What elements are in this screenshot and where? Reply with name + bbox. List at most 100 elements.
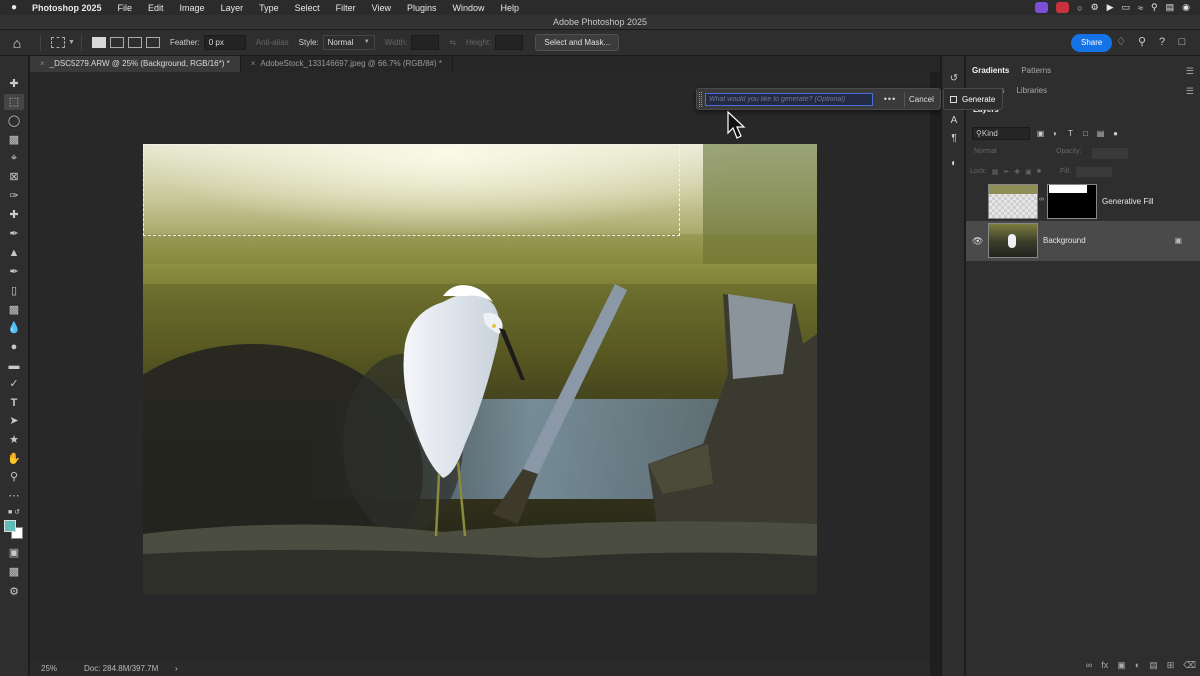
intersect-selection-icon[interactable] xyxy=(145,37,160,48)
menu-plugins[interactable]: Plugins xyxy=(399,3,445,13)
home-icon[interactable]: ⌂ xyxy=(0,35,34,51)
crop-tool-icon[interactable]: ⌖ xyxy=(4,150,24,166)
new-layer-icon[interactable]: ⊞ xyxy=(1167,660,1175,672)
link-icon[interactable]: ∞ xyxy=(1039,196,1044,203)
foreground-color-swatch[interactable] xyxy=(4,520,16,532)
shape-tool-icon[interactable]: ★ xyxy=(4,432,24,448)
path-selection-tool-icon[interactable]: ➤ xyxy=(4,413,24,429)
eyedropper-tool-icon[interactable]: ✑ xyxy=(4,188,24,204)
link-layers-icon[interactable]: ∞ xyxy=(1086,660,1092,672)
search-icon[interactable]: ⚲ xyxy=(1135,35,1149,49)
blend-mode-select[interactable]: Normal xyxy=(974,148,997,155)
tray-record-icon[interactable] xyxy=(1056,2,1070,13)
tray-cloud-icon[interactable]: ○ xyxy=(1077,3,1082,13)
generate-prompt-input[interactable] xyxy=(705,93,873,106)
lock-artboard-icon[interactable]: ▣ xyxy=(1025,168,1032,176)
quick-mask-icon[interactable]: ▣ xyxy=(4,545,24,561)
healing-brush-tool-icon[interactable]: ✚ xyxy=(4,207,24,223)
lasso-tool-icon[interactable]: ◯ xyxy=(4,113,24,129)
menu-window[interactable]: Window xyxy=(445,3,493,13)
tab-patterns[interactable]: Patterns xyxy=(1015,61,1057,81)
opacity-input[interactable] xyxy=(1092,148,1128,159)
tray-battery-icon[interactable]: ▭ xyxy=(1122,2,1131,13)
layer-name[interactable]: Generative Fill xyxy=(1102,182,1154,222)
brush-tool-icon[interactable]: ✒ xyxy=(4,226,24,242)
menu-layer[interactable]: Layer xyxy=(213,3,252,13)
subtract-selection-icon[interactable] xyxy=(127,37,142,48)
frame-tool-icon[interactable]: ⊠ xyxy=(4,169,24,185)
add-selection-icon[interactable] xyxy=(109,37,124,48)
panel-menu-icon[interactable]: ☰ xyxy=(1186,86,1200,97)
width-input[interactable] xyxy=(411,35,440,50)
tray-search-icon[interactable]: ⚲ xyxy=(1151,2,1158,13)
close-icon[interactable]: × xyxy=(251,59,256,68)
menu-file[interactable]: File xyxy=(110,3,141,13)
group-folder-icon[interactable]: ▤ xyxy=(1149,660,1158,672)
tab-dsc5279[interactable]: × _DSC5279.ARW @ 25% (Background, RGB/16*… xyxy=(30,56,241,72)
menu-select[interactable]: Select xyxy=(287,3,328,13)
close-icon[interactable]: × xyxy=(40,59,45,68)
default-colors-icon[interactable]: ■ ↺ xyxy=(4,505,24,521)
filter-toggle-icon[interactable]: ● xyxy=(1111,129,1120,138)
tray-settings-icon[interactable]: ⚙ xyxy=(1091,2,1099,13)
chevron-down-icon[interactable]: ▼ xyxy=(68,39,75,46)
antialias-checkbox[interactable]: Anti-alias xyxy=(256,38,289,47)
tab-libraries[interactable]: Libraries xyxy=(1010,81,1053,101)
status-menu-arrow[interactable]: › xyxy=(175,662,178,676)
layer-name[interactable]: Background xyxy=(1043,221,1086,261)
lock-transparent-icon[interactable]: ▦ xyxy=(992,168,999,176)
sponge-tool-icon[interactable]: ▬ xyxy=(4,358,24,374)
type-tool-icon[interactable]: T xyxy=(4,395,24,411)
lock-image-icon[interactable]: ✒ xyxy=(1003,168,1009,176)
clone-stamp-tool-icon[interactable]: ▲ xyxy=(4,245,24,261)
tab-gradients[interactable]: Gradients xyxy=(966,61,1015,81)
layer-row-background[interactable]: 👁 Background ▣ xyxy=(966,221,1200,261)
generate-button[interactable]: Generate xyxy=(943,88,1004,110)
hand-tool-icon[interactable]: ✋ xyxy=(4,451,24,467)
workspace-icon[interactable]: □ xyxy=(1175,35,1189,49)
cancel-button[interactable]: Cancel xyxy=(909,92,934,107)
swap-icon[interactable]: ⇆ xyxy=(449,38,456,47)
menu-type[interactable]: Type xyxy=(251,3,287,13)
new-selection-icon[interactable] xyxy=(91,37,106,48)
tray-wifi-icon[interactable]: ≈ xyxy=(1138,3,1143,13)
menu-view[interactable]: View xyxy=(364,3,399,13)
fill-input[interactable] xyxy=(1075,166,1112,177)
tray-siri-icon[interactable]: ◉ xyxy=(1182,2,1190,13)
more-options-button[interactable]: ••• xyxy=(881,92,899,107)
history-panel-icon[interactable]: ↺ xyxy=(946,72,962,86)
tray-play-icon[interactable]: ▶ xyxy=(1107,2,1114,13)
tray-control-center-icon[interactable]: ▤ xyxy=(1166,2,1175,13)
trash-icon[interactable]: ⌫ xyxy=(1183,660,1196,672)
eye-icon[interactable]: 👁 xyxy=(972,221,983,261)
add-mask-icon[interactable]: ▣ xyxy=(1117,660,1126,672)
paragraph-panel-icon[interactable]: ¶ xyxy=(946,132,962,146)
layer-mask-thumbnail[interactable] xyxy=(1047,184,1097,219)
rect-marquee-preset-icon[interactable] xyxy=(51,37,65,48)
menu-edit[interactable]: Edit xyxy=(140,3,172,13)
feather-input[interactable]: 0 px xyxy=(203,35,246,50)
filter-smart-object-icon[interactable]: ▤ xyxy=(1096,129,1105,138)
fx-icon[interactable]: fx xyxy=(1101,660,1108,672)
object-select-tool-icon[interactable]: ▩ xyxy=(4,132,24,148)
more-tools-icon[interactable]: ⋯ xyxy=(4,488,24,504)
filter-adjustment-icon[interactable]: ◐ xyxy=(1051,129,1060,138)
zoom-level[interactable]: 25% xyxy=(41,662,57,676)
tab-adobestock[interactable]: × AdobeStock_133146697.jpeg @ 66.7% (RGB/… xyxy=(241,56,453,72)
selection-marquee[interactable] xyxy=(143,144,680,236)
apple-menu-icon[interactable]: ● xyxy=(0,2,28,13)
adjustment-layer-icon[interactable]: ◐ xyxy=(1135,660,1140,672)
lock-all-icon[interactable]: ■ xyxy=(1037,168,1041,175)
filter-shape-icon[interactable]: □ xyxy=(1081,129,1090,138)
character-panel-icon[interactable]: A xyxy=(946,114,962,128)
eraser-tool-icon[interactable]: ▯ xyxy=(4,283,24,299)
gradient-tool-icon[interactable]: ▩ xyxy=(4,302,24,318)
drag-handle-icon[interactable] xyxy=(699,92,702,107)
menu-help[interactable]: Help xyxy=(493,3,528,13)
menu-app-name[interactable]: Photoshop 2025 xyxy=(28,3,110,13)
screen-mode-icon[interactable]: ▩ xyxy=(4,564,24,580)
zoom-tool-icon[interactable]: ⚲ xyxy=(4,469,24,485)
layer-row-generative-fill[interactable]: ∞ Generative Fill xyxy=(966,182,1200,222)
history-brush-tool-icon[interactable]: ✒ xyxy=(4,264,24,280)
help-icon[interactable]: ? xyxy=(1155,35,1169,49)
